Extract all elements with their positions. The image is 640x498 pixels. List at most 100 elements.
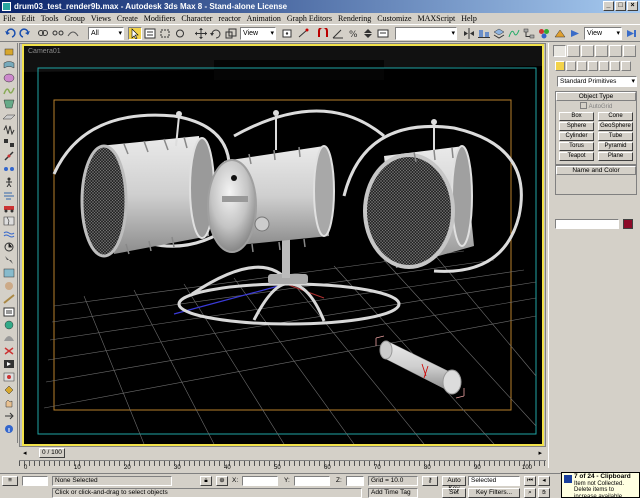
menu-reactor[interactable]: reactor bbox=[215, 13, 243, 24]
pyramid-button[interactable]: Pyramid bbox=[598, 142, 633, 151]
select-and-rotate-icon[interactable] bbox=[209, 27, 223, 40]
motion-tab-icon[interactable] bbox=[595, 45, 608, 57]
maxscript-listener-icon[interactable]: ≡ bbox=[2, 476, 18, 486]
x-coordinate-field[interactable] bbox=[242, 476, 278, 486]
edit-named-selection-icon[interactable] bbox=[376, 27, 390, 40]
object-color-swatch[interactable] bbox=[623, 219, 633, 229]
tube-button[interactable]: Tube bbox=[598, 132, 633, 141]
modify-tab-icon[interactable] bbox=[567, 45, 580, 57]
time-slider-thumb[interactable]: 0 / 100 bbox=[39, 448, 65, 458]
deforming-mesh-collection-icon[interactable] bbox=[3, 99, 15, 109]
menu-graph-editors[interactable]: Graph Editors bbox=[284, 13, 335, 24]
fan-icon[interactable] bbox=[3, 255, 15, 265]
space-warps-icon[interactable] bbox=[610, 61, 620, 71]
layer-manager-icon[interactable] bbox=[492, 27, 506, 40]
align-icon[interactable] bbox=[477, 27, 491, 40]
point-to-point-icon[interactable] bbox=[3, 164, 15, 174]
set-key-button[interactable]: Set Key bbox=[442, 488, 466, 498]
go-to-start-icon[interactable]: ⏮ bbox=[524, 476, 536, 486]
spinner-snap-icon[interactable] bbox=[361, 27, 375, 40]
cloth-modifier-icon[interactable] bbox=[3, 268, 15, 278]
key-filters-button[interactable]: Key Filters... bbox=[468, 488, 520, 498]
select-object-icon[interactable] bbox=[128, 27, 142, 40]
preview-animation-icon[interactable] bbox=[3, 359, 15, 369]
auto-key-button[interactable]: Auto Key bbox=[442, 476, 466, 492]
water-icon[interactable] bbox=[3, 229, 15, 239]
absolute-mode-icon[interactable]: ⊕ bbox=[216, 476, 228, 486]
fracture-icon[interactable] bbox=[3, 216, 15, 226]
app-icon[interactable] bbox=[2, 2, 11, 11]
constraint-solver-icon[interactable] bbox=[3, 138, 15, 148]
menu-customize[interactable]: Customize bbox=[374, 13, 414, 24]
geosphere-button[interactable]: GeoSphere bbox=[598, 122, 633, 131]
window-crossing-icon[interactable] bbox=[173, 27, 187, 40]
menu-tools[interactable]: Tools bbox=[38, 13, 62, 24]
cameras-icon[interactable] bbox=[588, 61, 598, 71]
lock-selection-icon[interactable]: 🔒︎ bbox=[200, 476, 212, 486]
menu-create[interactable]: Create bbox=[114, 13, 141, 24]
about-reactor-icon[interactable] bbox=[3, 424, 15, 434]
clipboard-notification[interactable]: 7 of 24 - Clipboard Item not Collected. … bbox=[561, 472, 640, 498]
schematic-view-icon[interactable] bbox=[522, 27, 536, 40]
object-name-field[interactable] bbox=[555, 219, 619, 229]
soft-body-collection-icon[interactable] bbox=[3, 73, 15, 83]
create-tab-icon[interactable] bbox=[553, 45, 566, 57]
wind-icon[interactable] bbox=[3, 190, 15, 200]
property-editor-icon[interactable] bbox=[3, 307, 15, 317]
menu-modifiers[interactable]: Modifiers bbox=[141, 13, 179, 24]
undo-icon[interactable] bbox=[3, 27, 17, 40]
menu-rendering[interactable]: Rendering bbox=[335, 13, 374, 24]
bind-space-warp-icon[interactable] bbox=[66, 27, 80, 40]
cone-button[interactable]: Cone bbox=[598, 112, 633, 121]
rectangular-selection-icon[interactable] bbox=[158, 27, 172, 40]
select-and-move-icon[interactable] bbox=[194, 27, 208, 40]
add-time-tag-button[interactable]: Add Time Tag bbox=[368, 488, 418, 498]
menu-maxscript[interactable]: MAXScript bbox=[415, 13, 459, 24]
curve-editor-icon[interactable] bbox=[507, 27, 521, 40]
key-mode-icon[interactable]: ⚷ bbox=[422, 476, 438, 486]
create-animation-icon[interactable] bbox=[3, 372, 15, 382]
pivot-center-icon[interactable] bbox=[280, 27, 294, 40]
box-button[interactable]: Box bbox=[559, 112, 594, 121]
ragdoll-icon[interactable] bbox=[3, 177, 15, 187]
angle-snap-icon[interactable] bbox=[331, 27, 345, 40]
lights-icon[interactable] bbox=[577, 61, 587, 71]
camera-viewport[interactable]: Camera01 bbox=[19, 43, 546, 447]
named-selection-dropdown[interactable] bbox=[395, 27, 457, 40]
zoom-icon[interactable]: ⌕ bbox=[524, 488, 536, 498]
menu-views[interactable]: Views bbox=[88, 13, 114, 24]
cloth-collection-icon[interactable] bbox=[3, 60, 15, 70]
key-mode-dropdown[interactable]: Selected bbox=[468, 476, 520, 486]
redo-icon[interactable] bbox=[18, 27, 32, 40]
maxscript-mini-listener[interactable] bbox=[22, 476, 48, 486]
reduce-redundancy-icon[interactable] bbox=[3, 346, 15, 356]
quick-render-icon[interactable] bbox=[568, 27, 582, 40]
grab-tool-icon[interactable] bbox=[3, 398, 15, 408]
geometry-icon[interactable] bbox=[555, 61, 565, 71]
y-coordinate-field[interactable] bbox=[294, 476, 330, 486]
render-last-icon[interactable] bbox=[624, 27, 638, 40]
viewport-canvas[interactable]: Camera01 bbox=[22, 44, 544, 446]
check-convexity-icon[interactable] bbox=[3, 333, 15, 343]
select-by-name-icon[interactable] bbox=[143, 27, 157, 40]
z-coordinate-field[interactable] bbox=[346, 476, 364, 486]
unlink-icon[interactable] bbox=[51, 27, 65, 40]
menu-character[interactable]: Character bbox=[178, 13, 215, 24]
select-and-manipulate-icon[interactable] bbox=[296, 27, 310, 40]
keyframe-icon[interactable] bbox=[3, 385, 15, 395]
render-view-dropdown[interactable]: View bbox=[584, 27, 622, 40]
menu-file[interactable]: File bbox=[0, 13, 18, 24]
select-and-link-icon[interactable] bbox=[36, 27, 50, 40]
percent-snap-icon[interactable]: % bbox=[346, 27, 360, 40]
minimize-button[interactable]: _ bbox=[603, 1, 614, 11]
torus-button[interactable]: Torus bbox=[559, 142, 594, 151]
hinge-icon[interactable] bbox=[3, 151, 15, 161]
reference-coordinate-dropdown[interactable]: View bbox=[240, 27, 276, 40]
viewport-label[interactable]: Camera01 bbox=[28, 48, 61, 55]
object-type-header[interactable]: Object Type bbox=[556, 92, 636, 101]
rope-modifier-icon[interactable] bbox=[3, 294, 15, 304]
hierarchy-tab-icon[interactable] bbox=[581, 45, 594, 57]
time-slider-next-icon[interactable]: ▸ bbox=[538, 449, 542, 457]
snaps-toggle-icon[interactable] bbox=[316, 27, 330, 40]
teapot-button[interactable]: Teapot bbox=[559, 152, 594, 161]
